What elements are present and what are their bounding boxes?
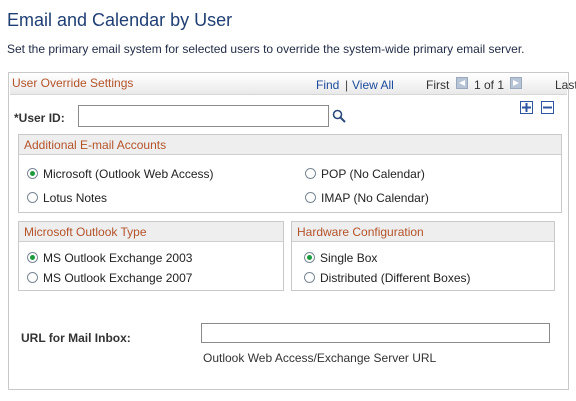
page-title: Email and Calendar by User	[7, 10, 233, 30]
plus-icon	[522, 103, 531, 112]
additional-email-accounts-title: Additional E-mail Accounts	[24, 138, 167, 152]
user-id-label: *User ID:	[14, 111, 65, 125]
next-row-icon[interactable]	[510, 77, 522, 89]
radio-label: Single Box	[320, 251, 378, 265]
radio-label: Microsoft (Outlook Web Access)	[43, 167, 214, 181]
first-label: First	[426, 78, 450, 92]
last-label: Last	[555, 78, 576, 92]
lookup-icon[interactable]	[332, 109, 346, 123]
radio-label: POP (No Calendar)	[321, 167, 425, 181]
radio-button[interactable]	[27, 168, 38, 179]
find-link[interactable]: Find	[316, 78, 339, 92]
previous-row-icon[interactable]	[456, 77, 468, 89]
radio-label: MS Outlook Exchange 2003	[43, 251, 193, 265]
radio-button[interactable]	[27, 272, 38, 283]
radio-button[interactable]	[27, 252, 38, 263]
grid-title: User Override Settings	[12, 76, 134, 90]
add-row-button[interactable]	[520, 101, 533, 114]
row-count: 1 of 1	[474, 78, 505, 92]
radio-label: IMAP (No Calendar)	[321, 191, 429, 205]
additional-email-accounts-group: Additional E-mail Accounts Microsoft (Ou…	[18, 134, 562, 213]
microsoft-outlook-type-title: Microsoft Outlook Type	[24, 225, 147, 239]
radio-button[interactable]	[27, 192, 38, 203]
delete-row-button[interactable]	[541, 101, 554, 114]
group-header: Additional E-mail Accounts	[19, 135, 561, 155]
grid-header: User Override Settings Find | View All F…	[10, 74, 576, 95]
radio-label: Distributed (Different Boxes)	[320, 271, 471, 285]
radio-button[interactable]	[305, 192, 316, 203]
nav-separator: |	[345, 78, 349, 92]
view-all-link[interactable]: View All	[352, 78, 394, 92]
group-header: Hardware Configuration	[292, 222, 554, 242]
user-override-settings-panel: User Override Settings Find | View All F…	[8, 72, 576, 390]
radio-label: MS Outlook Exchange 2007	[43, 271, 193, 285]
radio-button[interactable]	[304, 252, 315, 263]
user-id-input[interactable]	[78, 105, 329, 127]
hardware-configuration-group: Hardware Configuration Single Box Distri…	[291, 221, 555, 291]
url-for-mail-inbox-input[interactable]	[201, 323, 550, 343]
radio-label: Lotus Notes	[43, 191, 108, 205]
radio-button[interactable]	[305, 168, 316, 179]
minus-icon	[543, 106, 552, 109]
radio-button[interactable]	[304, 272, 315, 283]
page-description: Set the primary email system for selecte…	[7, 42, 525, 56]
group-header: Microsoft Outlook Type	[19, 222, 283, 242]
url-for-mail-inbox-label: URL for Mail Inbox:	[21, 331, 131, 345]
microsoft-outlook-type-group: Microsoft Outlook Type MS Outlook Exchan…	[18, 221, 284, 291]
hardware-configuration-title: Hardware Configuration	[297, 225, 424, 239]
url-help-text: Outlook Web Access/Exchange Server URL	[203, 351, 437, 365]
